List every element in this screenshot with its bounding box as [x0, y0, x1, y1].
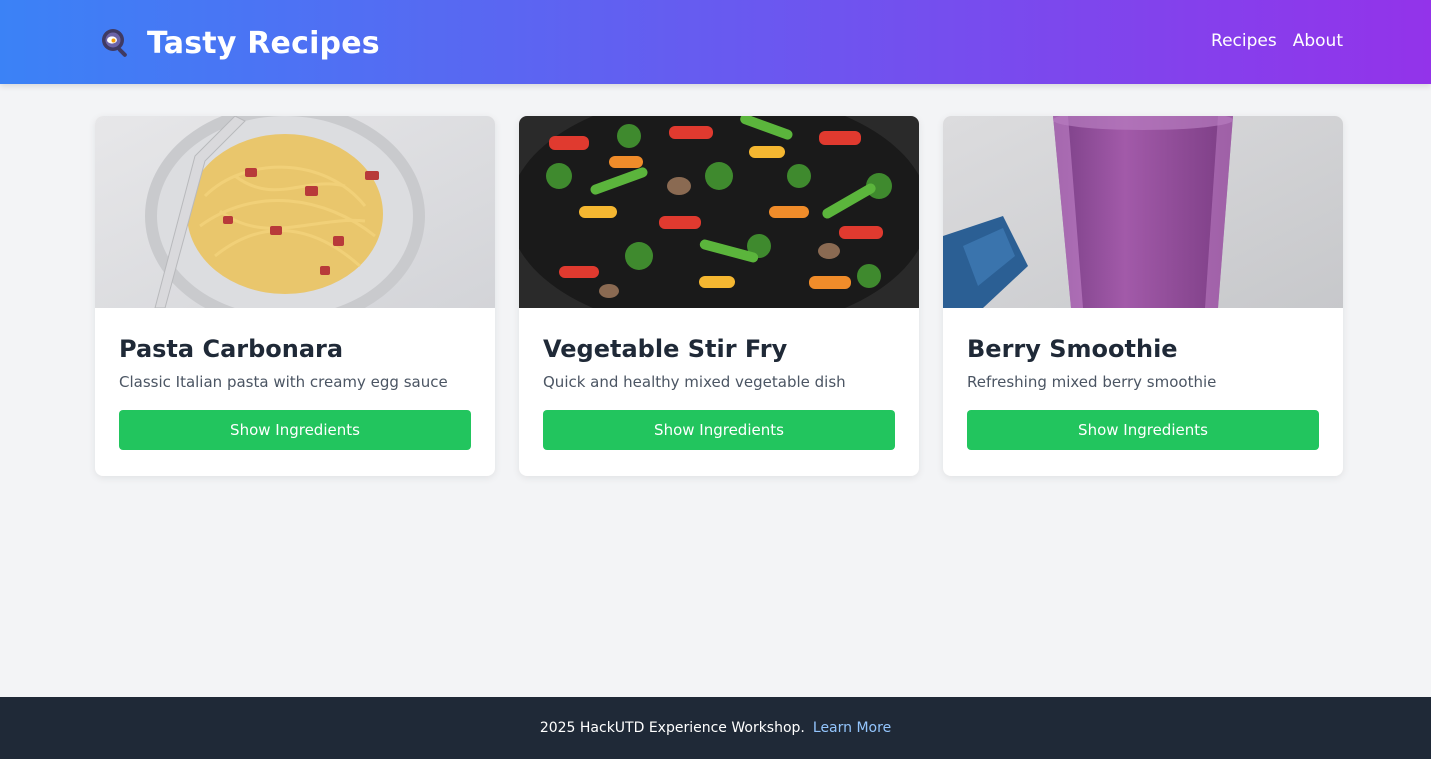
magnifier-pan-icon — [102, 29, 127, 57]
recipe-card-vegetable-stir-fry: Vegetable Stir Fry Quick and healthy mix… — [519, 116, 919, 476]
recipe-card-grid: Pasta Carbonara Classic Italian pasta wi… — [95, 116, 1343, 476]
recipe-card-berry-smoothie: Berry Smoothie Refreshing mixed berry sm… — [943, 116, 1343, 476]
berry-smoothie-image — [943, 116, 1343, 308]
card-description: Quick and healthy mixed vegetable dish — [543, 373, 846, 391]
card-description: Refreshing mixed berry smoothie — [967, 373, 1217, 391]
pasta-carbonara-image — [95, 116, 495, 308]
site-header: Tasty Recipes Recipes About — [0, 0, 1431, 84]
card-body: Pasta Carbonara Classic Italian pasta wi… — [95, 308, 495, 474]
card-title: Vegetable Stir Fry — [543, 335, 788, 363]
recipe-card-pasta-carbonara: Pasta Carbonara Classic Italian pasta wi… — [95, 116, 495, 476]
card-body: Vegetable Stir Fry Quick and healthy mix… — [519, 308, 919, 474]
card-title: Pasta Carbonara — [119, 335, 344, 363]
show-ingredients-button[interactable]: Show Ingredients — [967, 410, 1319, 450]
main-nav: Recipes About — [1211, 31, 1343, 51]
page: Tasty Recipes Recipes About Pasta Carbon… — [0, 0, 1431, 759]
nav-link-recipes[interactable]: Recipes — [1211, 31, 1277, 51]
show-ingredients-button[interactable]: Show Ingredients — [119, 410, 471, 450]
card-body: Berry Smoothie Refreshing mixed berry sm… — [943, 308, 1343, 474]
card-title: Berry Smoothie — [967, 335, 1178, 363]
brand-link[interactable]: Tasty Recipes — [99, 24, 380, 62]
site-title: Tasty Recipes — [147, 25, 380, 61]
vegetable-stir-fry-image — [519, 116, 919, 308]
footer-learn-more-link[interactable]: Learn More — [813, 720, 891, 736]
site-footer: 2025 HackUTD Experience Workshop. Learn … — [0, 697, 1431, 759]
show-ingredients-button[interactable]: Show Ingredients — [543, 410, 895, 450]
nav-link-about[interactable]: About — [1293, 31, 1343, 51]
card-description: Classic Italian pasta with creamy egg sa… — [119, 373, 448, 391]
footer-text: 2025 HackUTD Experience Workshop. — [539, 720, 805, 736]
